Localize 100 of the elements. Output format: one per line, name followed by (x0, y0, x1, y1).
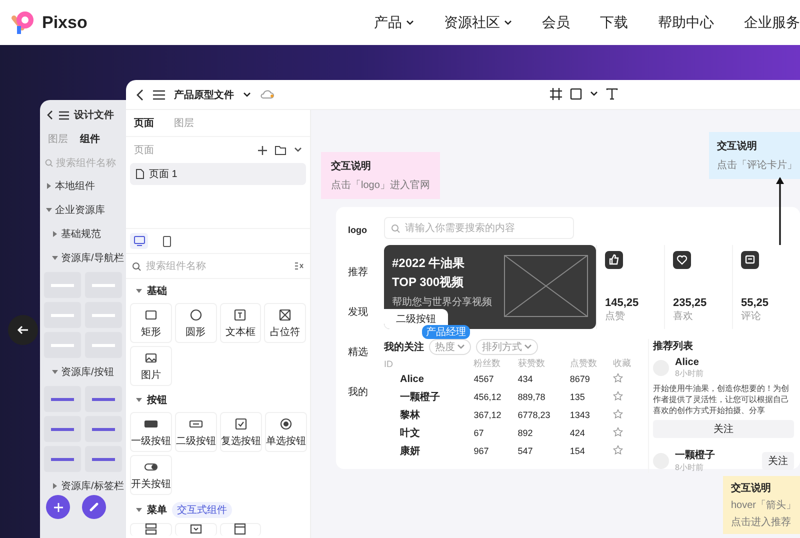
desktop-tab[interactable] (130, 233, 148, 249)
component-tile[interactable]: 图片 (130, 346, 172, 386)
checkbox-icon (234, 416, 248, 430)
brand-name[interactable]: Pixso (42, 12, 88, 32)
navbar-thumbnail[interactable] (85, 332, 122, 358)
component-tile[interactable]: 占位符 (264, 303, 306, 343)
column-header: 粉丝数 (474, 357, 518, 370)
back-icon[interactable] (136, 88, 144, 100)
tree-item[interactable]: 资源库/标签栏 (61, 479, 124, 493)
component-tile[interactable]: 矩形 (130, 303, 172, 343)
expanded-arrow-icon[interactable] (136, 397, 142, 403)
button-thumbnail[interactable] (44, 416, 81, 442)
button-thumbnail[interactable] (85, 416, 122, 442)
back-icon[interactable] (46, 110, 54, 120)
column-header: ID (384, 357, 474, 370)
star-icon[interactable] (613, 445, 624, 455)
navbar-thumbnail[interactable] (44, 272, 81, 298)
column-header: 点赞数 (570, 357, 614, 370)
sticky-note[interactable]: 交互说明 点击「评论卡片」 (709, 132, 800, 179)
button-thumbnail[interactable] (44, 446, 81, 472)
cloud-icon (260, 90, 274, 99)
menu-icon[interactable] (153, 90, 165, 100)
text-tool-icon[interactable] (606, 88, 618, 100)
collapsed-arrow-icon[interactable] (52, 231, 58, 237)
expanded-arrow-icon[interactable] (52, 369, 58, 375)
navbar-thumbnail[interactable] (44, 332, 81, 358)
expanded-arrow-icon[interactable] (52, 255, 58, 261)
component-tile[interactable]: 开关按钮 (130, 455, 172, 495)
tree-item[interactable]: 资源库/导航栏 (61, 251, 124, 265)
nav-link[interactable]: 产品 (374, 14, 414, 32)
search-icon (391, 224, 400, 232)
navbar-thumbnail[interactable] (85, 272, 122, 298)
component-tile[interactable] (130, 523, 172, 536)
tree-item[interactable]: 企业资源库 (55, 203, 105, 217)
section-title: 推荐列表 (653, 340, 694, 353)
component-tile[interactable]: 复选按钮 (220, 412, 262, 452)
tree-item[interactable]: 资源库/按钮 (61, 365, 114, 379)
nav-link[interactable]: 企业服务 (744, 14, 800, 32)
nav-link[interactable]: 下载 (600, 14, 628, 32)
component-tile[interactable] (220, 523, 262, 536)
tree-item[interactable]: 本地组件 (55, 179, 95, 193)
component-tile[interactable] (174, 523, 216, 536)
panel-tab[interactable]: 组件 (80, 132, 100, 146)
section-label: 按钮 (147, 394, 167, 407)
add-button[interactable] (46, 495, 70, 519)
menu-item[interactable]: 精选 (348, 345, 380, 359)
expanded-arrow-icon[interactable] (136, 507, 142, 513)
plus-icon (54, 502, 62, 512)
collapsed-arrow-icon[interactable] (46, 183, 52, 189)
star-icon[interactable] (613, 427, 624, 437)
component-tile[interactable]: 一级按钮 (130, 412, 172, 452)
nav-link[interactable]: 会员 (542, 14, 570, 32)
page-icon (136, 169, 144, 179)
panel-tab[interactable]: 页面 (134, 116, 154, 130)
folder-icon[interactable] (275, 146, 286, 154)
expanded-arrow-icon[interactable] (46, 207, 52, 213)
arrow-left-icon (17, 325, 29, 335)
menu-item[interactable]: 发现 (348, 305, 380, 319)
menu-icon (144, 522, 158, 536)
button-thumbnail[interactable] (85, 446, 122, 472)
component-tile[interactable]: 二级按钮 (175, 412, 217, 452)
page-item[interactable]: 页面 1 (130, 163, 306, 185)
star-icon[interactable] (613, 391, 624, 401)
button-thumbnail[interactable] (85, 386, 122, 412)
sticky-note[interactable]: 交互说明 hover「箭头」 点击进入推荐 (723, 476, 800, 534)
menu-icon[interactable] (59, 110, 69, 120)
comment-icon (741, 251, 759, 269)
search-icon (132, 262, 141, 270)
file-title: 设计文件 (74, 108, 114, 122)
component-tile[interactable]: 单选按钮 (265, 412, 307, 452)
component-tile[interactable]: 圆形 (174, 303, 216, 343)
menu-item[interactable]: 推荐 (348, 265, 380, 279)
chevron-down-icon (504, 20, 512, 26)
nav-link[interactable]: 资源社区 (444, 14, 512, 32)
edit-button[interactable] (82, 495, 106, 519)
menu-item[interactable]: 我的 (348, 385, 380, 399)
rectangle-tool-icon[interactable] (570, 88, 582, 100)
tag: 交互式组件 (172, 502, 232, 518)
placeholder-icon (278, 308, 292, 322)
star-icon[interactable] (613, 373, 624, 383)
tree-item[interactable]: 基础规范 (61, 227, 101, 241)
collapsed-arrow-icon[interactable] (52, 483, 58, 489)
button-thumbnail[interactable] (44, 386, 81, 412)
expanded-arrow-icon[interactable] (136, 288, 142, 294)
sticky-note[interactable]: 交互说明 点击「logo」进入官网 (321, 152, 440, 199)
radio-icon (279, 416, 293, 430)
star-icon[interactable] (613, 409, 624, 419)
user-tag: 产品经理 (422, 325, 470, 339)
follow-button[interactable]: 关注 (653, 420, 794, 438)
navbar-thumbnail[interactable] (85, 302, 122, 328)
frame-tool-icon[interactable] (550, 88, 562, 100)
rectangle-icon (144, 308, 158, 322)
collapse-icon[interactable] (295, 262, 304, 270)
back-button[interactable] (8, 315, 38, 345)
navbar-thumbnail[interactable] (44, 302, 81, 328)
section-title: 我的关注 (384, 340, 424, 354)
plus-icon[interactable] (258, 146, 267, 154)
follow-button[interactable]: 关注 (762, 452, 794, 470)
component-tile[interactable]: 文本框 (220, 303, 262, 343)
nav-link[interactable]: 帮助中心 (658, 14, 714, 32)
